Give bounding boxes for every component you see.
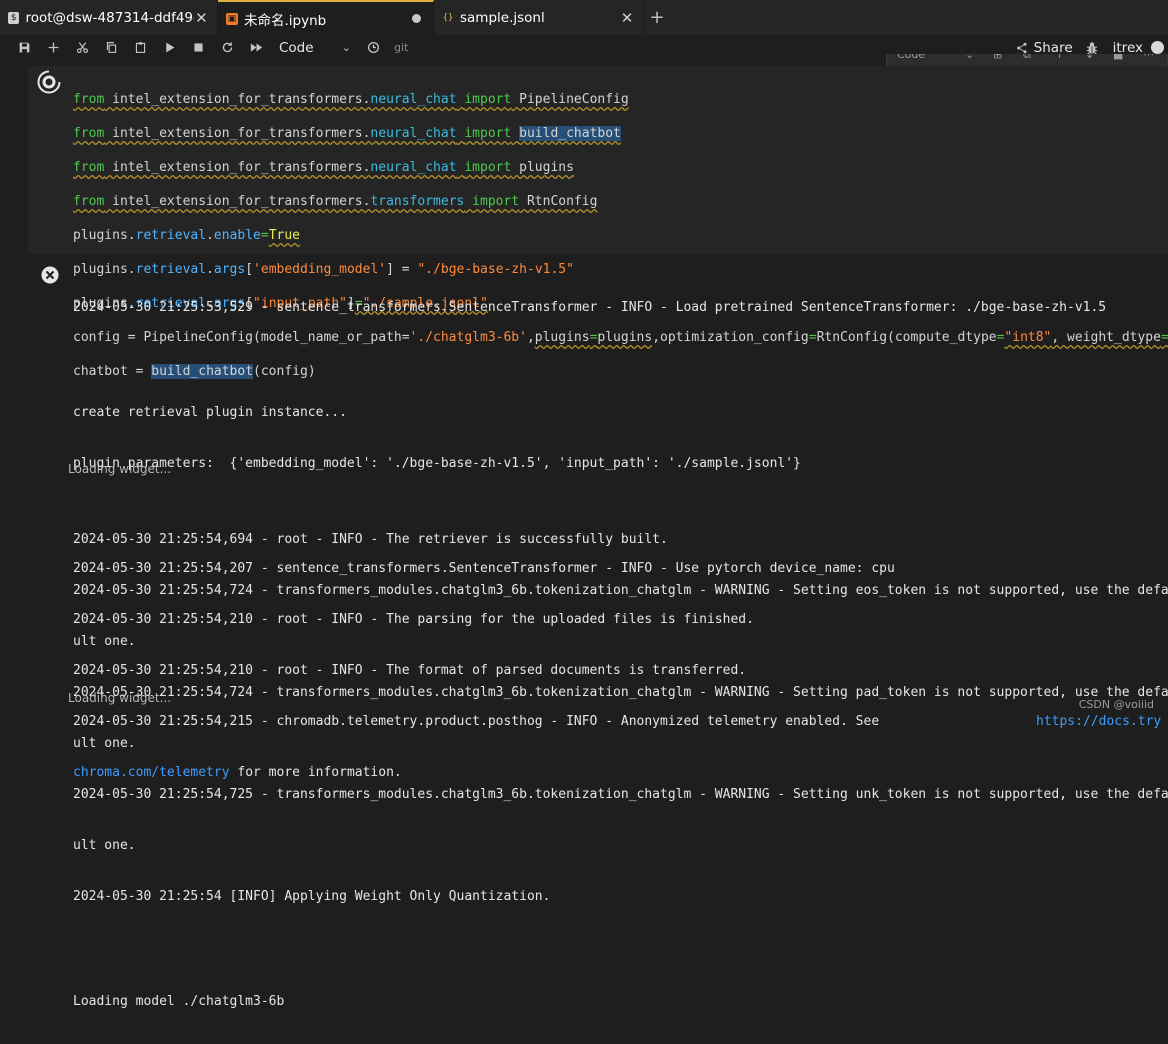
bug-icon <box>1086 41 1097 54</box>
error-icon <box>41 266 59 284</box>
code-line: from intel_extension_for_transformers.ne… <box>73 160 574 175</box>
clock-icon <box>367 41 380 54</box>
move-down-icon[interactable]: ↓ <box>1085 54 1094 61</box>
tab-label: root@dsw-487314-ddf49d <box>25 9 194 26</box>
chevron-down-icon: ⌄ <box>965 54 975 61</box>
loading-widget: Loading widget... <box>68 462 172 476</box>
output-line: 2024-05-30 21:25:54 [INFO] Applying Weig… <box>73 889 551 904</box>
insert-cell-button[interactable] <box>39 35 68 60</box>
output-line: Loading model ./chatglm3-6b <box>73 994 285 1009</box>
chevron-down-icon: ⌄ <box>341 41 351 54</box>
copy-button[interactable] <box>97 35 126 60</box>
restart-button[interactable] <box>213 35 242 60</box>
code-line: plugins.retrieval.enable=True <box>73 228 301 243</box>
clipboard-icon <box>135 42 146 53</box>
unsaved-dot-icon[interactable] <box>412 14 421 23</box>
tab-notebook[interactable]: ▣ 未命名.ipynb <box>218 0 434 35</box>
play-icon <box>166 42 175 53</box>
output-line: plugin parameters: {'embedding_model': '… <box>73 456 801 471</box>
json-icon: {} <box>442 12 454 23</box>
cell-type-select[interactable]: Code ⌄ <box>279 40 357 56</box>
output-line: 2024-05-30 21:25:54,694 - root - INFO - … <box>73 532 668 547</box>
fast-forward-icon <box>250 43 263 52</box>
code-line: from intel_extension_for_transformers.tr… <box>73 194 598 209</box>
save-button[interactable] <box>10 35 39 60</box>
run-button[interactable] <box>155 35 184 60</box>
tab-sample-jsonl[interactable]: {} sample.jsonl ✕ <box>434 0 644 35</box>
plus-icon <box>48 42 59 53</box>
tab-label: sample.jsonl <box>460 9 545 26</box>
cell-execution-indicator[interactable] <box>37 70 61 94</box>
output-line: 2024-05-30 21:25:54,725 - transformers_m… <box>73 787 1168 802</box>
output-line: ult one. <box>73 634 136 649</box>
git-button[interactable]: git <box>394 41 408 54</box>
module-name: neural_chat <box>370 92 457 107</box>
keyword-import: import <box>464 92 512 107</box>
copy-icon <box>106 42 117 53</box>
notebook-panel: Code ⌄ ⊞ ⧉ ↑ ↓ ■ ⋯ from intel_extension_… <box>0 54 1168 1009</box>
interrupt-button[interactable] <box>184 35 213 60</box>
delete-cell-icon[interactable]: ■ <box>1113 54 1123 61</box>
loading-widget: Loading widget... <box>68 691 172 705</box>
output-line: 2024-05-30 21:25:54,724 - transformers_m… <box>73 583 1168 598</box>
move-up-icon[interactable]: ↑ <box>1055 54 1064 61</box>
cut-button[interactable] <box>68 35 97 60</box>
scissors-icon <box>76 42 89 54</box>
tab-label: 未命名.ipynb <box>244 12 327 29</box>
more-icon[interactable]: ⋯ <box>1143 54 1154 61</box>
output-line: 2024-05-30 21:25:53,529 - sentence_trans… <box>73 300 1107 315</box>
output-line: 2024-05-30 21:25:54,724 - transformers_m… <box>73 685 1168 700</box>
cell-output: 2024-05-30 21:25:54,694 - root - INFO - … <box>73 497 1168 1044</box>
debugger-button[interactable] <box>1085 41 1099 55</box>
output-line: ult one. <box>73 736 136 751</box>
close-icon[interactable]: ✕ <box>619 9 635 27</box>
restart-run-all-button[interactable] <box>242 35 271 60</box>
history-button[interactable] <box>359 35 388 60</box>
spinner-icon <box>37 70 61 94</box>
share-icon <box>1016 42 1027 53</box>
code-line: from intel_extension_for_transformers.ne… <box>73 126 621 141</box>
editor-tab-bar: $ root@dsw-487314-ddf49d ✕ ▣ 未命名.ipynb {… <box>0 0 1168 35</box>
stop-icon <box>194 43 203 52</box>
keyword-from: from <box>73 92 105 107</box>
close-icon[interactable]: ✕ <box>194 9 209 27</box>
tab-terminal[interactable]: $ root@dsw-487314-ddf49d ✕ <box>0 0 218 35</box>
cell-type-value: Code <box>279 39 314 56</box>
output-error-indicator[interactable] <box>41 266 59 284</box>
watermark: CSDN @voiiid <box>1078 698 1154 711</box>
floating-cell-type[interactable]: Code <box>897 54 925 61</box>
output-line: ult one. <box>73 838 136 853</box>
restart-icon <box>222 42 233 53</box>
terminal-icon: $ <box>8 11 20 24</box>
notebook-icon: ▣ <box>226 12 238 25</box>
new-tab-button[interactable]: + <box>644 0 670 35</box>
output-line: create retrieval plugin instance... <box>73 405 347 420</box>
code-line: from intel_extension_for_transformers.ne… <box>73 92 629 107</box>
plus-icon: + <box>649 7 665 28</box>
split-cell-icon[interactable]: ⊞ <box>993 54 1002 61</box>
copy-cell-icon[interactable]: ⧉ <box>1023 54 1031 62</box>
paste-button[interactable] <box>126 35 155 60</box>
kernel-status-icon <box>1151 41 1164 54</box>
save-icon <box>19 42 30 53</box>
